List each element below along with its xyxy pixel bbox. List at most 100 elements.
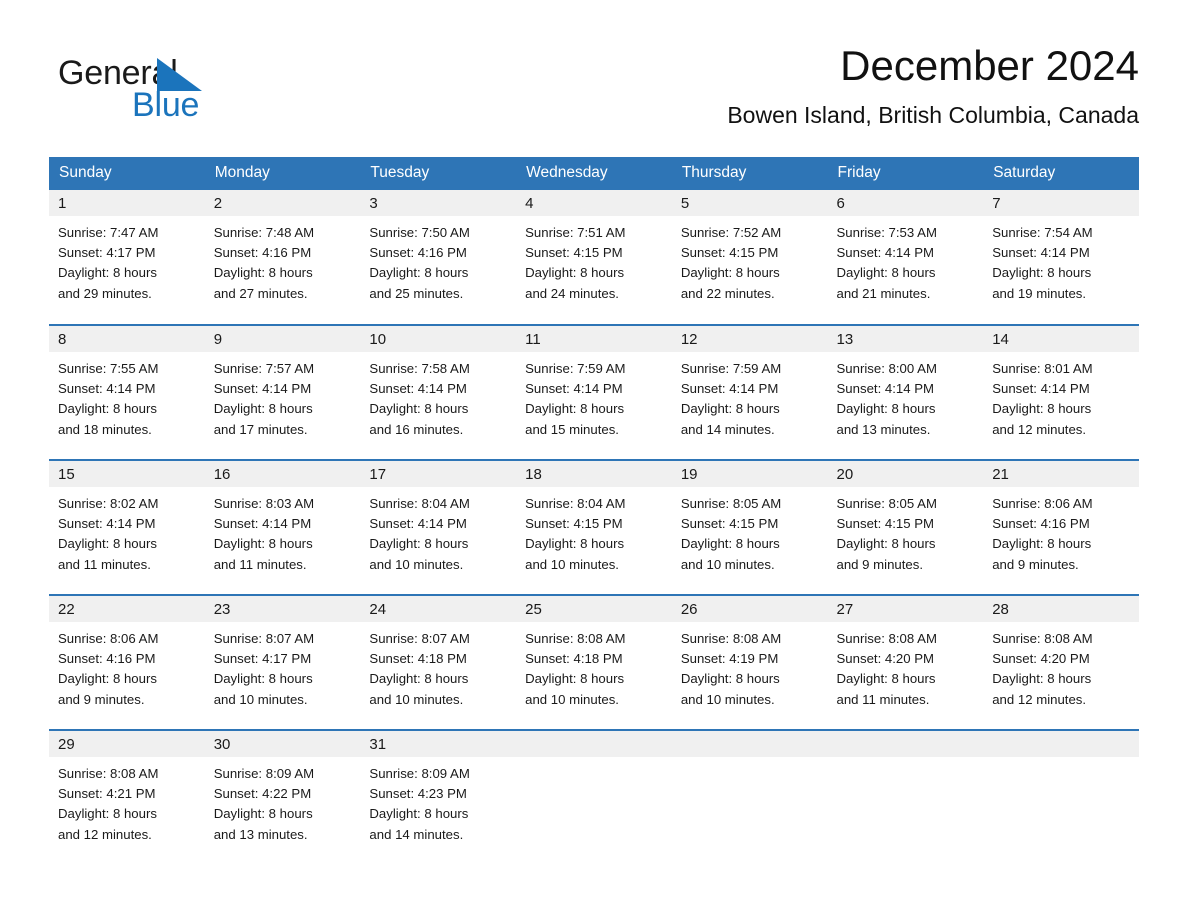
calendar-day-cell[interactable]: 19 Sunrise: 8:05 AM Sunset: 4:15 PM Dayligh…	[671, 459, 828, 595]
day-number: 27	[827, 596, 984, 622]
calendar-day-cell[interactable]: 16 Sunrise: 8:03 AM Sunset: 4:14 PM Dayligh…	[204, 459, 361, 595]
sunrise-text: Sunrise: 8:08 AM	[525, 631, 626, 646]
daylight-text-line2: and 10 minutes.	[680, 691, 775, 707]
day-details: Sunrise: 7:59 AM Sunset: 4:14 PM Daylight:…	[516, 352, 672, 440]
day-number: 23	[204, 596, 361, 622]
calendar-day-cell[interactable]: 8 Sunrise: 7:55 AM Sunset: 4:14 PM Daylight…	[49, 324, 205, 460]
day-cell-inner: 1 Sunrise: 7:47 AM Sunset: 4:17 PM Daylight…	[49, 190, 205, 324]
calendar-day-cell[interactable]: 15 Sunrise: 8:02 AM Sunset: 4:14 PM Dayligh…	[49, 459, 205, 595]
sunset-text: Sunset: 4:18 PM	[525, 651, 623, 667]
sunset-text: Sunset: 4:15 PM	[680, 516, 779, 532]
calendar-day-cell[interactable]: 12 Sunrise: 7:59 AM Sunset: 4:14 PM Dayligh…	[671, 324, 828, 460]
calendar-day-cell[interactable]: 11 Sunrise: 7:59 AM Sunset: 4:14 PM Dayligh…	[516, 324, 672, 460]
calendar-day-cell[interactable]: 7 Sunrise: 7:54 AM Sunset: 4:14 PM Daylight…	[983, 190, 1139, 325]
sunset-text: Sunset: 4:14 PM	[525, 381, 623, 397]
calendar-day-cell[interactable]: 25 Sunrise: 8:08 AM Sunset: 4:18 PM Dayligh…	[516, 594, 672, 730]
daylight-text-line2: and 10 minutes.	[369, 556, 464, 572]
sunset-text: Sunset: 4:14 PM	[213, 516, 312, 532]
daylight-text-line2: and 16 minutes.	[369, 421, 464, 437]
daylight-text-line1: Daylight: 8 hours	[369, 536, 469, 552]
day-details: Sunrise: 8:05 AM Sunset: 4:15 PM Daylight:…	[672, 487, 828, 575]
calendar-day-cell[interactable]: 28 Sunrise: 8:08 AM Sunset: 4:20 PM Dayligh…	[983, 594, 1139, 730]
calendar-day-cell[interactable]: 1 Sunrise: 7:47 AM Sunset: 4:17 PM Daylight…	[49, 190, 205, 325]
daylight-text-line2: and 22 minutes.	[680, 285, 775, 301]
day-details: Sunrise: 8:03 AM Sunset: 4:14 PM Daylight:…	[205, 487, 361, 575]
sunrise-text: Sunrise: 8:02 AM	[58, 496, 159, 511]
sunset-text: Sunset: 4:14 PM	[992, 245, 1090, 261]
calendar-day-cell[interactable]: 27 Sunrise: 8:08 AM Sunset: 4:20 PM Dayligh…	[827, 594, 984, 730]
sunrise-text: Sunrise: 8:07 AM	[213, 631, 315, 646]
sunrise-text: Sunrise: 8:08 AM	[680, 631, 782, 646]
sunset-text: Sunset: 4:14 PM	[369, 381, 467, 397]
calendar-day-cell[interactable]: 4 Sunrise: 7:51 AM Sunset: 4:15 PM Daylight…	[516, 190, 672, 325]
day-cell-inner: 26 Sunrise: 8:08 AM Sunset: 4:19 PM Dayligh…	[671, 596, 828, 729]
calendar-day-cell[interactable]: 6 Sunrise: 7:53 AM Sunset: 4:14 PM Daylight…	[827, 190, 984, 325]
daylight-text-line2: and 21 minutes.	[836, 285, 931, 301]
calendar-day-cell[interactable]: 20 Sunrise: 8:05 AM Sunset: 4:15 PM Dayligh…	[827, 459, 984, 595]
daylight-text-line2: and 10 minutes.	[213, 691, 308, 707]
day-number: 12	[671, 326, 828, 352]
day-details: Sunrise: 7:50 AM Sunset: 4:16 PM Daylight:…	[360, 216, 516, 304]
calendar-day-cell[interactable]: 17 Sunrise: 8:04 AM Sunset: 4:14 PM Dayligh…	[360, 459, 517, 595]
calendar-day-cell[interactable]: 29 Sunrise: 8:08 AM Sunset: 4:21 PM Dayligh…	[49, 729, 205, 865]
daylight-text-line2: and 13 minutes.	[836, 421, 931, 437]
day-number: 17	[360, 461, 517, 487]
weekday-header-sunday: Sunday	[49, 157, 205, 190]
day-number: 20	[827, 461, 984, 487]
calendar-day-cell[interactable]: 13 Sunrise: 8:00 AM Sunset: 4:14 PM Dayligh…	[827, 324, 984, 460]
sunrise-text: Sunrise: 7:51 AM	[525, 225, 626, 240]
day-number	[827, 731, 984, 757]
weekday-header-saturday: Saturday	[983, 157, 1139, 190]
calendar-day-cell[interactable]: 21 Sunrise: 8:06 AM Sunset: 4:16 PM Dayligh…	[983, 459, 1139, 595]
sunrise-text: Sunrise: 8:07 AM	[369, 631, 470, 646]
sunrise-text: Sunrise: 7:50 AM	[369, 225, 470, 240]
day-number: 10	[360, 326, 517, 352]
calendar-day-cell[interactable]: 26 Sunrise: 8:08 AM Sunset: 4:19 PM Dayligh…	[671, 594, 828, 730]
sunrise-text: Sunrise: 8:04 AM	[369, 496, 470, 511]
day-number: 24	[360, 596, 517, 622]
day-number: 1	[49, 190, 205, 216]
day-details: Sunrise: 8:04 AM Sunset: 4:15 PM Daylight:…	[516, 487, 672, 575]
sunrise-text: Sunrise: 8:04 AM	[525, 496, 626, 511]
day-cell-inner: 3 Sunrise: 7:50 AM Sunset: 4:16 PM Daylight…	[360, 190, 517, 324]
daylight-text-line2: and 14 minutes.	[369, 826, 464, 842]
day-number	[516, 731, 672, 757]
day-cell-inner: 19 Sunrise: 8:05 AM Sunset: 4:15 PM Dayligh…	[671, 461, 828, 594]
calendar-day-cell[interactable]: 10 Sunrise: 7:58 AM Sunset: 4:14 PM Dayligh…	[360, 324, 517, 460]
day-details: Sunrise: 8:02 AM Sunset: 4:14 PM Daylight:…	[49, 487, 205, 575]
sunset-text: Sunset: 4:22 PM	[213, 786, 312, 802]
calendar-day-cell[interactable]: 3 Sunrise: 7:50 AM Sunset: 4:16 PM Daylight…	[360, 190, 517, 325]
day-cell-inner: 31 Sunrise: 8:09 AM Sunset: 4:23 PM Dayligh…	[360, 731, 517, 865]
sunrise-text: Sunrise: 8:09 AM	[213, 766, 315, 781]
calendar-day-cell[interactable]: 22 Sunrise: 8:06 AM Sunset: 4:16 PM Dayligh…	[49, 594, 205, 730]
day-number: 6	[827, 190, 984, 216]
calendar-day-cell[interactable]: 24 Sunrise: 8:07 AM Sunset: 4:18 PM Dayligh…	[360, 594, 517, 730]
sunrise-text: Sunrise: 8:03 AM	[213, 496, 315, 511]
daylight-text-line2: and 9 minutes.	[58, 691, 145, 707]
day-details: Sunrise: 8:04 AM Sunset: 4:14 PM Daylight:…	[360, 487, 516, 575]
day-details: Sunrise: 8:08 AM Sunset: 4:18 PM Daylight:…	[516, 622, 672, 710]
sunset-text: Sunset: 4:17 PM	[58, 245, 156, 261]
calendar-day-cell[interactable]: 9 Sunrise: 7:57 AM Sunset: 4:14 PM Daylight…	[204, 324, 361, 460]
day-cell-inner	[671, 731, 828, 865]
day-details: Sunrise: 8:06 AM Sunset: 4:16 PM Daylight:…	[49, 622, 205, 710]
sunset-text: Sunset: 4:20 PM	[836, 651, 935, 667]
day-cell-inner: 25 Sunrise: 8:08 AM Sunset: 4:18 PM Dayligh…	[516, 596, 672, 729]
calendar-day-cell[interactable]: 18 Sunrise: 8:04 AM Sunset: 4:15 PM Dayligh…	[516, 459, 672, 595]
calendar-day-cell-empty	[983, 729, 1139, 865]
daylight-text-line1: Daylight: 8 hours	[680, 401, 780, 417]
daylight-text-line1: Daylight: 8 hours	[525, 401, 625, 417]
calendar-day-cell[interactable]: 30 Sunrise: 8:09 AM Sunset: 4:22 PM Dayligh…	[204, 729, 361, 865]
calendar-day-cell[interactable]: 23 Sunrise: 8:07 AM Sunset: 4:17 PM Dayligh…	[204, 594, 361, 730]
day-cell-inner: 21 Sunrise: 8:06 AM Sunset: 4:16 PM Dayligh…	[983, 461, 1139, 594]
calendar-day-cell[interactable]: 2 Sunrise: 7:48 AM Sunset: 4:16 PM Daylight…	[204, 190, 361, 325]
calendar-day-cell[interactable]: 31 Sunrise: 8:09 AM Sunset: 4:23 PM Dayligh…	[360, 729, 517, 865]
daylight-text-line1: Daylight: 8 hours	[680, 671, 780, 687]
day-cell-inner: 4 Sunrise: 7:51 AM Sunset: 4:15 PM Daylight…	[516, 190, 672, 324]
day-cell-inner: 14 Sunrise: 8:01 AM Sunset: 4:14 PM Dayligh…	[983, 326, 1139, 459]
daylight-text-line2: and 12 minutes.	[58, 826, 152, 842]
calendar-day-cell[interactable]: 5 Sunrise: 7:52 AM Sunset: 4:15 PM Daylight…	[671, 190, 828, 325]
calendar-page: General Blue December 2024 Bowen Island,…	[0, 0, 1188, 918]
calendar-day-cell[interactable]: 14 Sunrise: 8:01 AM Sunset: 4:14 PM Dayligh…	[983, 324, 1139, 460]
sunrise-text: Sunrise: 8:08 AM	[836, 631, 937, 646]
